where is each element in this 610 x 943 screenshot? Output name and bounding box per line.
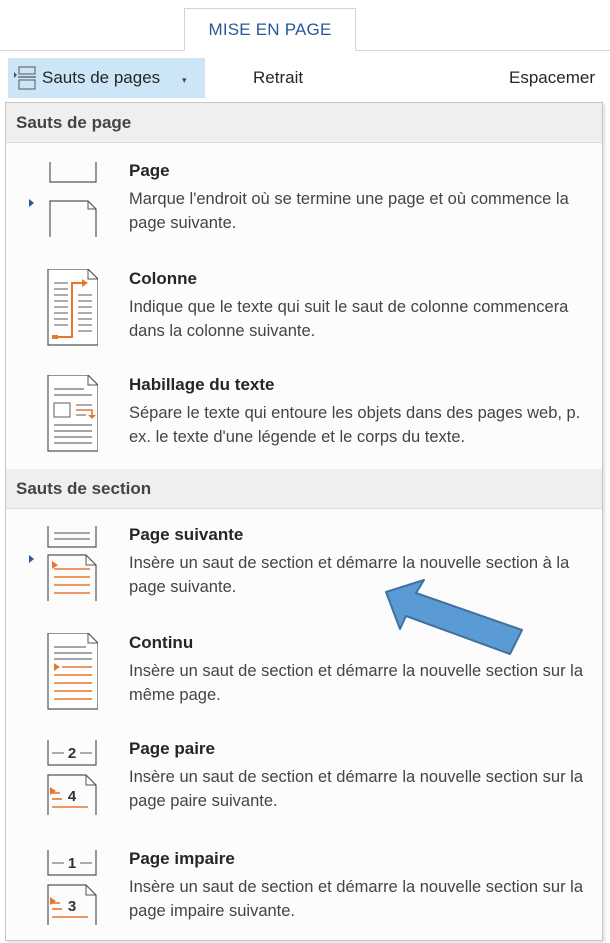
breaks-button-label: Sauts de pages bbox=[42, 68, 161, 87]
menu-item-title: Colonne bbox=[129, 269, 197, 288]
menu-item-description: Insère un saut de section et démarre la … bbox=[129, 768, 584, 810]
menu-item-title: Page impaire bbox=[129, 849, 235, 868]
icon-badge-1: 1 bbox=[68, 855, 76, 872]
icon-badge-3: 3 bbox=[68, 898, 76, 915]
icon-badge-4: 4 bbox=[68, 788, 77, 805]
tab-label: MISE EN PAGE bbox=[208, 20, 332, 39]
menu-item-page-paire[interactable]: 2 4 Page paire Insère un saut de section… bbox=[6, 739, 602, 819]
chevron-down-icon: ▾ bbox=[182, 75, 187, 85]
menu-item-description: Indique que le texte qui suit le saut de… bbox=[129, 298, 569, 340]
column-break-icon bbox=[47, 269, 98, 346]
indent-label: Retrait bbox=[253, 68, 304, 87]
menu-item-description: Insère un saut de section et démarre la … bbox=[129, 878, 584, 920]
section-breaks-header-label: Sauts de section bbox=[16, 479, 152, 498]
breaks-dropdown-button[interactable]: Sauts de pages ▾ bbox=[8, 58, 205, 98]
breaks-icon bbox=[14, 66, 36, 90]
next-page-section-icon bbox=[29, 526, 97, 601]
text-wrapping-icon bbox=[47, 375, 98, 452]
ribbon-tab-strip: MISE EN PAGE bbox=[0, 0, 610, 52]
continuous-section-icon bbox=[47, 633, 98, 710]
menu-item-title: Page suivante bbox=[129, 525, 244, 544]
menu-item-page[interactable]: Page Marque l'endroit où se termine une … bbox=[6, 161, 602, 241]
page-breaks-header-label: Sauts de page bbox=[16, 113, 132, 132]
menu-item-habillage[interactable]: Habillage du texte Sépare le texte qui e… bbox=[6, 375, 602, 455]
menu-item-description: Sépare le texte qui entoure les objets d… bbox=[129, 404, 581, 446]
annotation-arrow-icon bbox=[385, 579, 523, 655]
tab-mise-en-page[interactable]: MISE EN PAGE bbox=[184, 8, 356, 51]
icon-badge-2: 2 bbox=[68, 745, 76, 762]
menu-item-description: Marque l'endroit où se termine une page … bbox=[129, 190, 569, 232]
section-breaks-header: Sauts de section bbox=[6, 469, 602, 509]
page-breaks-header: Sauts de page bbox=[6, 103, 602, 143]
menu-item-title: Continu bbox=[129, 633, 194, 652]
spacing-label: Espacemer bbox=[509, 68, 595, 87]
menu-item-description: Insère un saut de section et démarre la … bbox=[129, 662, 584, 704]
page-break-icon bbox=[29, 162, 97, 237]
breaks-dropdown-menu: Sauts de page Page Marque l'endroit où s… bbox=[5, 102, 603, 941]
menu-item-title: Page paire bbox=[129, 739, 215, 758]
ribbon-group-row: Sauts de pages ▾ Retrait Espacemer bbox=[0, 52, 610, 102]
menu-item-page-impaire[interactable]: 1 3 Page impaire Insère un saut de secti… bbox=[6, 849, 602, 929]
menu-item-title: Habillage du texte bbox=[129, 375, 275, 394]
menu-item-title: Page bbox=[129, 161, 170, 180]
even-page-section-icon: 2 4 bbox=[47, 740, 97, 815]
menu-item-colonne[interactable]: Colonne Indique que le texte qui suit le… bbox=[6, 269, 602, 349]
odd-page-section-icon: 1 3 bbox=[47, 850, 97, 925]
